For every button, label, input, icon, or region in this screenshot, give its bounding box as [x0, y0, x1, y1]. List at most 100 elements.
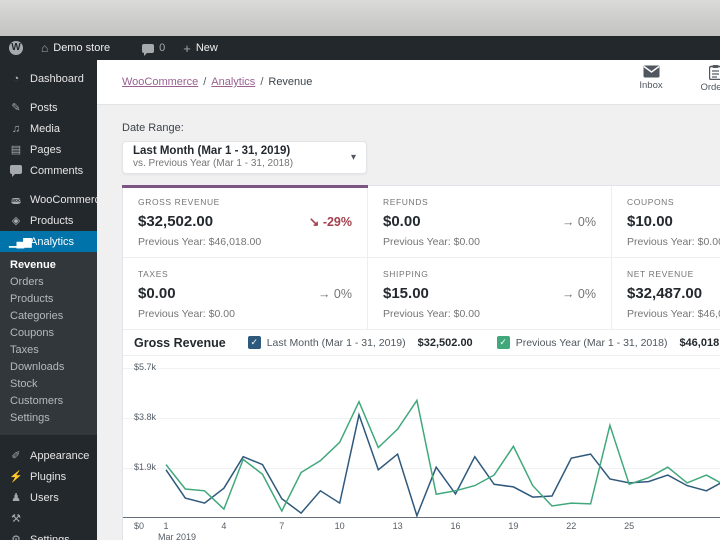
- screen: W ⌂ Demo store 0 + New ◔ Dashboard ✎ Pos…: [0, 0, 720, 540]
- wordpress-logo-icon: W: [9, 41, 23, 55]
- submenu-item-coupons[interactable]: Coupons: [0, 325, 97, 342]
- tile-value: $0.00: [383, 213, 421, 230]
- sidebar-item-users[interactable]: ♟ Users: [0, 487, 97, 508]
- sidebar-item-products[interactable]: ◈ Products: [0, 210, 97, 231]
- sidebar-item-label: Users: [30, 491, 59, 504]
- submenu-item-stock[interactable]: Stock: [0, 376, 97, 393]
- tile-taxes[interactable]: TAXES $0.00 → 0% Previous Year: $0.00: [123, 258, 368, 330]
- submenu-item-categories[interactable]: Categories: [0, 308, 97, 325]
- trend-down-icon: ↘: [308, 215, 320, 229]
- tile-label: TAXES: [138, 269, 169, 279]
- gross-revenue-chart-panel: Gross Revenue ✓ Last Month (Mar 1 - 31, …: [122, 330, 720, 540]
- sidebar-item-plugins[interactable]: ⚡ Plugins: [0, 466, 97, 487]
- sidebar-item-analytics[interactable]: ▁▄▆ Analytics: [0, 231, 105, 252]
- submenu-item-settings[interactable]: Settings: [0, 410, 97, 427]
- submenu-item-downloads[interactable]: Downloads: [0, 359, 97, 376]
- tile-refunds[interactable]: REFUNDS $0.00 → 0% Previous Year: $0.00: [368, 186, 612, 258]
- sidebar-item-woocommerce[interactable]: woo WooCommerce: [0, 189, 106, 210]
- plugins-icon: ⚡: [9, 471, 23, 483]
- breadcrumb-current: Revenue: [268, 76, 313, 88]
- inbox-button[interactable]: Inbox: [630, 65, 672, 93]
- line-chart[interactable]: $5.7k $3.8k $1.9k $0 Mar 2019 1 4 7 10 13 16 1…: [123, 356, 720, 540]
- chevron-down-icon: ▾: [350, 152, 356, 163]
- envelope-icon: [643, 65, 659, 78]
- sidebar-item-pages[interactable]: ▤ Pages: [0, 139, 97, 160]
- chart-header: Gross Revenue ✓ Last Month (Mar 1 - 31, …: [123, 330, 720, 356]
- submenu-item-taxes[interactable]: Taxes: [0, 342, 97, 359]
- submenu-item-revenue[interactable]: Revenue: [0, 257, 97, 274]
- sidebar-item-label: Comments: [30, 164, 84, 177]
- date-range-value: Last Month (Mar 1 - 31, 2019) vs. Previo…: [133, 144, 351, 171]
- tile-delta-value: -29%: [322, 215, 352, 229]
- pages-icon: ▤: [10, 144, 22, 156]
- orders-label: Orders: [700, 82, 720, 93]
- breadcrumb-analytics-link[interactable]: Analytics: [211, 76, 255, 88]
- tile-net-revenue[interactable]: NET REVENUE $32,487.00 Previous Year: $4…: [612, 258, 720, 330]
- sidebar-item-label: Appearance: [30, 449, 90, 462]
- page-header: WooCommerce / Analytics / Revenue Inbox: [97, 60, 720, 105]
- sidebar-item-media[interactable]: ♫ Media: [0, 118, 97, 139]
- tile-previous: Previous Year: $0.00: [383, 236, 480, 248]
- plus-icon: +: [183, 40, 191, 56]
- x-axis-tick: 25: [624, 521, 635, 531]
- inbox-label: Inbox: [639, 80, 663, 91]
- legend-total: $32,502.00: [417, 336, 473, 349]
- site-name-link[interactable]: ⌂ Demo store: [32, 36, 119, 60]
- header-actions: Inbox Orders: [630, 65, 720, 93]
- sidebar-item-tools[interactable]: ⚒: [0, 508, 97, 529]
- tile-label: REFUNDS: [383, 197, 429, 207]
- sidebar-item-label: WooCommerce: [30, 193, 107, 206]
- analytics-body: Date Range: Last Month (Mar 1 - 31, 2019…: [97, 105, 720, 540]
- date-range-dropdown[interactable]: Last Month (Mar 1 - 31, 2019) vs. Previo…: [122, 141, 367, 174]
- products-icon: ◈: [11, 215, 21, 227]
- series-line-1: [165, 398, 720, 513]
- x-axis-tick: 19: [508, 521, 519, 531]
- tile-label: COUPONS: [627, 197, 675, 207]
- series-line-0: [165, 412, 720, 518]
- checkbox-checked-icon[interactable]: ✓: [496, 336, 510, 349]
- legend-previous-year[interactable]: ✓ Previous Year (Mar 1 - 31, 2018) $46,0…: [496, 336, 720, 349]
- checkbox-checked-icon[interactable]: ✓: [247, 336, 261, 349]
- sidebar-item-appearance[interactable]: ✐ Appearance: [0, 445, 97, 466]
- wp-logo-menu[interactable]: W: [0, 36, 32, 60]
- browser-chrome: [0, 0, 720, 36]
- orders-button[interactable]: Orders: [694, 65, 720, 93]
- comment-bubble-icon: [142, 43, 155, 56]
- breadcrumb-woocommerce-link[interactable]: WooCommerce: [122, 76, 198, 88]
- date-range-label: Date Range:: [122, 122, 184, 134]
- tile-coupons[interactable]: COUPONS $10.00 Previous Year: $0.00: [612, 186, 720, 258]
- x-axis-tick: 16: [450, 521, 461, 531]
- submenu-item-customers[interactable]: Customers: [0, 393, 97, 410]
- tile-gross-revenue[interactable]: GROSS REVENUE $32,502.00 ↘ -29% Previous…: [122, 185, 368, 258]
- sidebar-item-dashboard[interactable]: ◔ Dashboard: [0, 68, 97, 89]
- sidebar-item-label: Settings: [30, 533, 70, 540]
- submenu-item-orders[interactable]: Orders: [0, 274, 97, 291]
- sidebar-item-label: Posts: [30, 101, 58, 114]
- x-axis-month-label: Mar 2019: [158, 532, 197, 540]
- posts-icon: ✎: [11, 102, 21, 114]
- sidebar-item-comments[interactable]: Comments: [0, 160, 97, 181]
- new-content-menu[interactable]: + New: [174, 36, 227, 60]
- tile-label: NET REVENUE: [627, 269, 694, 279]
- legend-last-month[interactable]: ✓ Last Month (Mar 1 - 31, 2019) $32,502.…: [247, 336, 473, 349]
- tile-previous: Previous Year: $46,018.00: [138, 236, 262, 248]
- sidebar-item-posts[interactable]: ✎ Posts: [0, 97, 97, 118]
- submenu-item-products[interactable]: Products: [0, 291, 97, 308]
- woocommerce-icon: woo: [11, 198, 21, 204]
- tools-icon: ⚒: [11, 513, 21, 525]
- sidebar-item-label: Pages: [30, 143, 62, 156]
- sidebar-item-settings[interactable]: ⚙ Settings: [0, 529, 97, 540]
- home-icon: ⌂: [41, 41, 49, 55]
- trend-flat-icon: →: [317, 287, 331, 301]
- comments-admin-link[interactable]: 0: [133, 36, 174, 60]
- tile-shipping[interactable]: SHIPPING $15.00 → 0% Previous Year: $0.0…: [368, 258, 612, 330]
- legend-total: $46,018.00: [679, 336, 720, 349]
- tile-value: $0.00: [138, 285, 176, 302]
- tile-value: $32,502.00: [138, 213, 214, 230]
- comment-count: 0: [159, 42, 166, 54]
- tile-value: $32,487.00: [627, 285, 703, 302]
- tile-delta: ↘ -29%: [309, 214, 352, 229]
- sidebar-item-label: Products: [30, 214, 74, 227]
- tile-delta-value: 0%: [577, 215, 596, 229]
- tile-previous: Previous Year: $0.00: [383, 308, 480, 320]
